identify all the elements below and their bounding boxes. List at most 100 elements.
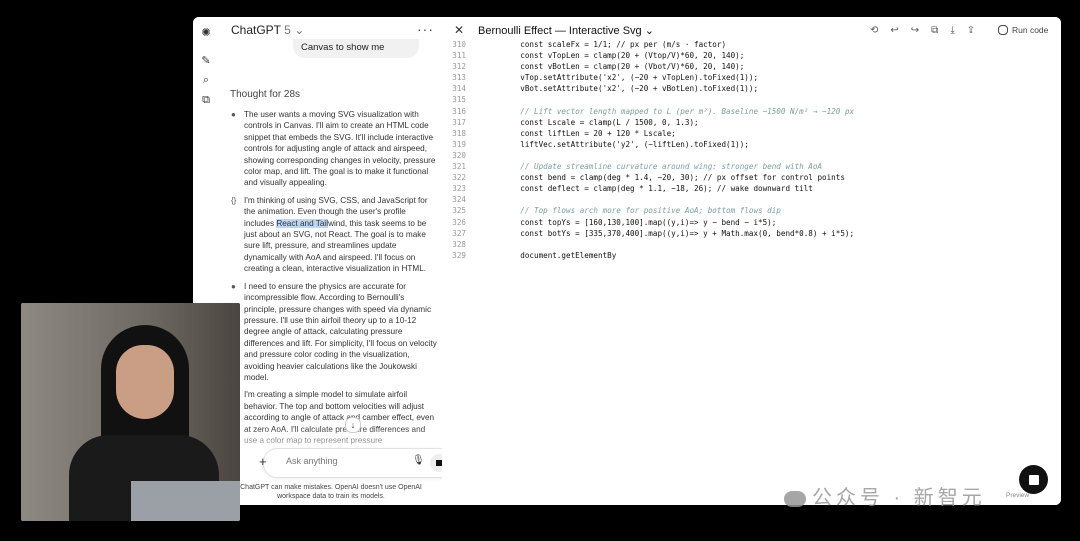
line-number: 327 [452,228,466,238]
reasoning-step-text: The user wants a moving SVG visualizatio… [244,110,436,188]
code-line[interactable]: 323 const deflect = clamp(deg * 1.1, −18… [442,183,1061,194]
reasoning-step: {} I'm thinking of using SVG, CSS, and J… [228,195,438,275]
disclaimer-text: ChatGPT can make mistakes. OpenAI doesn'… [240,484,422,500]
code-text: const scaleFx = 1/1; // px per (m/s · fa… [502,40,727,49]
line-number: 329 [452,250,466,260]
thought-duration-label[interactable]: Thought for 28s [230,89,300,100]
share-icon[interactable]: ⇪ [967,25,975,36]
watermark: 公众号 · 新智元 [784,481,986,510]
canvas-panel: ✕ Bernoulli Effect — Interactive Svg ⌄ ⟲… [442,17,1061,505]
wechat-icon [784,490,806,507]
code-text: const vBotLen = clamp(20 + (Vbot/V)*60, … [502,62,745,72]
code-text: document.getElementBy [502,250,617,260]
model-name: ChatGPT [231,23,281,37]
code-text: const bend = clamp(deg * 1.4, −20, 30); … [502,173,845,183]
line-number: 310 [452,40,466,49]
chat-panel: ChatGPT 5 ⌄ ··· Canvas to show me Though… [219,17,453,505]
code-line[interactable]: 324 [442,194,1061,205]
code-line[interactable]: 313 vTop.setAttribute('x2', (−20 + vTopL… [442,72,1061,83]
line-number: 325 [452,206,466,216]
code-line[interactable]: 316 // Lift vector length mapped to L (p… [442,106,1061,117]
code-line[interactable]: 322 const bend = clamp(deg * 1.4, −20, 3… [442,172,1061,183]
chevron-down-icon: ⌄ [644,25,654,37]
code-text: vTop.setAttribute('x2', (−20 + vTopLen).… [502,73,759,83]
run-code-button[interactable]: Run code [998,25,1048,35]
line-number: 321 [452,162,466,172]
line-number: 317 [452,117,466,127]
webcam-overlay [21,303,240,521]
line-number: 311 [452,51,466,61]
code-line[interactable]: 318 const liftLen = 20 + 120 * Lscale; [442,128,1061,139]
reasoning-step-text: I need to ensure the physics are accurat… [244,281,437,382]
canvas-title[interactable]: Bernoulli Effect — Interactive Svg ⌄ [478,24,654,37]
code-line[interactable]: 327 const botYs = [335,370,400].map((y,i… [442,228,1061,239]
line-number: 323 [452,184,466,194]
message-composer[interactable]: + Ask anything 🎙 [259,448,453,478]
copy-icon[interactable]: ⧉ [931,25,938,36]
chatgpt-logo-icon[interactable]: ✺ [199,25,213,39]
scroll-down-icon[interactable]: ↓ [345,417,361,433]
code-text: // Update streamline curvature around wi… [502,162,823,172]
code-line[interactable]: 325 // Top flows arch more for positive … [442,205,1061,216]
composer-input[interactable]: Ask anything [286,456,338,466]
search-icon[interactable]: ⌕ [199,73,213,87]
code-line[interactable]: 312 const vBotLen = clamp(20 + (Vbot/V)*… [442,61,1061,72]
history-icon[interactable]: ⟲ [870,25,878,36]
run-code-label: Run code [1012,25,1049,35]
code-line[interactable]: 319 liftVec.setAttribute('y2', (−liftLen… [442,139,1061,150]
bullet-icon: ● [231,281,236,291]
line-number: 319 [452,139,466,149]
watermark-text: 公众号 · 新智元 [812,487,986,509]
code-text: const vTopLen = clamp(20 + (Vtop/V)*60, … [502,51,745,61]
code-text: vBot.setAttribute('x2', (−20 + vBotLen).… [502,84,759,94]
line-number: 315 [452,95,466,105]
play-icon [998,25,1008,35]
redo-icon[interactable]: ↪ [911,25,919,36]
microphone-icon[interactable]: 🎙 [412,455,425,466]
code-text: // Top flows arch more for positive AoA;… [502,206,781,216]
model-selector[interactable]: ChatGPT 5 ⌄ [231,23,304,37]
line-number: 313 [452,73,466,83]
library-icon[interactable]: ⧉ [199,93,213,107]
code-line[interactable]: 311 const vTopLen = clamp(20 + (Vtop/V)*… [442,50,1061,61]
model-version: 5 [284,23,291,37]
laptop [131,481,240,521]
line-number: 322 [452,173,466,183]
code-text: const Lscale = clamp(L / 1500, 0, 1.3); [502,117,699,127]
code-text: // Lift vector length mapped to L (per m… [502,106,855,116]
code-editor[interactable]: 310 const scaleFx = 1/1; // px per (m/s … [442,39,1061,261]
reasoning-step: ● I need to ensure the physics are accur… [228,281,438,384]
line-number: 328 [452,239,466,249]
line-number: 316 [452,106,466,116]
user-message-bubble: Canvas to show me [293,39,419,58]
more-options-icon[interactable]: ··· [417,21,434,37]
undo-icon[interactable]: ↩ [890,25,898,36]
line-number: 318 [452,128,466,138]
new-chat-icon[interactable]: ✎ [199,53,213,67]
code-line[interactable]: 321 // Update streamline curvature aroun… [442,161,1061,172]
plus-icon[interactable]: + [259,454,267,469]
code-text: const deflect = clamp(deg * 1.1, −18, 26… [502,184,813,194]
close-icon[interactable]: ✕ [454,23,464,37]
download-icon[interactable]: ⤓ [950,25,954,36]
line-number: 326 [452,217,466,227]
code-line[interactable]: 317 const Lscale = clamp(L / 1500, 0, 1.… [442,117,1061,128]
code-text: const botYs = [335,370,400].map((y,i)=> … [502,228,855,238]
stop-recording-button[interactable] [1019,465,1048,494]
chevron-down-icon: ⌄ [294,23,305,37]
line-number: 324 [452,195,466,205]
code-line[interactable]: 326 const topYs = [160,130,100].map((y,i… [442,217,1061,228]
code-line[interactable]: 310 const scaleFx = 1/1; // px per (m/s … [442,39,1061,50]
code-line[interactable]: 328 [442,239,1061,250]
canvas-toolbar: ⟲ ↩ ↪ ⧉ ⤓ ⇪ [870,25,975,36]
reasoning-steps: ● The user wants a moving SVG visualizat… [228,109,438,452]
line-number: 314 [452,84,466,94]
line-number: 320 [452,150,466,160]
code-text: const topYs = [160,130,100].map((y,i)=> … [502,217,777,227]
app-window: ✺ ✎ ⌕ ⧉ ChatGPT 5 ⌄ ··· Canvas to show m… [193,17,1061,505]
code-line[interactable]: 315 [442,94,1061,105]
preview-label: Preview [1006,492,1030,499]
code-line[interactable]: 320 [442,150,1061,161]
code-line[interactable]: 314 vBot.setAttribute('x2', (−20 + vBotL… [442,83,1061,94]
code-line[interactable]: 329 document.getElementBy [442,250,1061,261]
